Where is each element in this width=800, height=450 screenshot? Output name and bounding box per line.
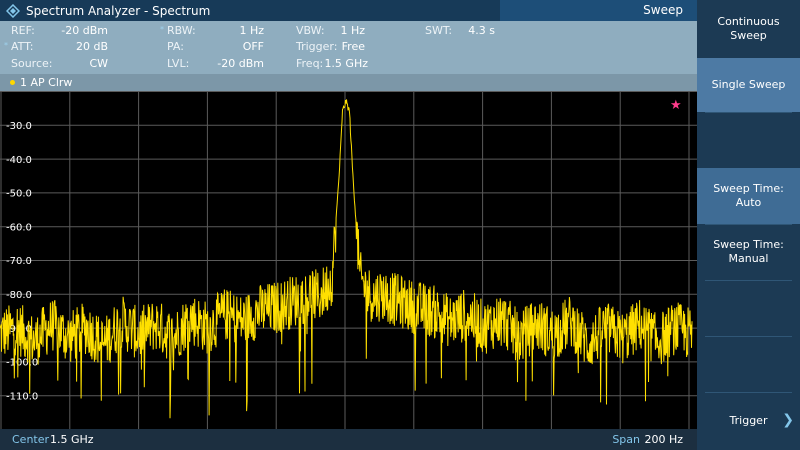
- softkey-panel: Continuous Sweep Single Sweep Sweep Time…: [697, 0, 800, 450]
- sweep-time-auto-line2: Auto: [735, 196, 762, 209]
- rbw-label: RBW:: [167, 24, 196, 37]
- center-value[interactable]: 1.5 GHz: [50, 429, 94, 450]
- title-bar: Spectrum Analyzer - Spectrum Sweep: [0, 0, 697, 21]
- single-sweep-label: Single Sweep: [711, 78, 786, 91]
- trace-label[interactable]: 1 AP Clrw: [20, 76, 72, 89]
- source-label: Source:: [11, 57, 53, 70]
- swt-value[interactable]: 4.3 s: [455, 24, 495, 37]
- menu-title: Sweep: [500, 0, 697, 21]
- empty-softkey[interactable]: [697, 336, 800, 392]
- empty-softkey[interactable]: [697, 112, 800, 168]
- y-tick-label: -30.0: [6, 121, 32, 132]
- y-tick-label: -60.0: [6, 222, 32, 233]
- vbw-label: VBW:: [296, 24, 325, 37]
- rbw-star-icon: *: [160, 25, 164, 34]
- chevron-right-icon: ❯: [782, 412, 794, 428]
- single-sweep-button[interactable]: Single Sweep: [697, 58, 800, 112]
- y-tick-label: -80.0: [6, 290, 32, 301]
- y-tick-label: -40.0: [6, 155, 32, 166]
- trigger-softkey-label: Trigger: [729, 414, 768, 427]
- freq-value[interactable]: 1.5 GHz: [320, 57, 368, 70]
- rbw-value[interactable]: 1 Hz: [200, 24, 264, 37]
- spectrum-plot[interactable]: -30.0 -40.0 -50.0 -60.0 -70.0 -80.0 -90.0 -100.…: [0, 91, 697, 429]
- bottom-bar: Center 1.5 GHz Span 200 Hz: [0, 429, 697, 450]
- att-star-icon: *: [4, 41, 8, 50]
- y-tick-label: -70.0: [6, 256, 32, 267]
- empty-softkey[interactable]: [697, 280, 800, 336]
- center-label: Center: [12, 433, 50, 446]
- span-value[interactable]: 200 Hz: [644, 429, 683, 450]
- rohde-logo-icon: [6, 3, 20, 18]
- lvl-label: LVL:: [167, 57, 190, 70]
- sweep-time-manual-line2: Manual: [728, 252, 769, 265]
- pa-value[interactable]: OFF: [200, 40, 264, 53]
- trace-indicator-icon: [10, 80, 15, 85]
- span-label: Span: [612, 433, 640, 446]
- y-tick-label: -110.0: [6, 391, 38, 402]
- lvl-value[interactable]: -20 dBm: [190, 57, 264, 70]
- sweep-time-manual-button[interactable]: Sweep Time: Manual: [697, 224, 800, 280]
- continuous-sweep-button[interactable]: Continuous Sweep: [697, 0, 800, 58]
- pa-label: PA:: [167, 40, 184, 53]
- att-value[interactable]: 20 dB: [50, 40, 108, 53]
- sweep-time-auto-line1: Sweep Time:: [713, 182, 784, 195]
- trace-strip: 1 AP Clrw: [0, 74, 697, 91]
- spectrum-chart: -30.0-40.0-50.0-60.0-70.0-80.0-90.0-100.…: [0, 91, 697, 429]
- trigger-label: Trigger:: [296, 40, 338, 53]
- settings-panel: REF: -20 dBm * ATT: 20 dB Source: CW * R…: [0, 21, 697, 74]
- continuous-sweep-line1: Continuous: [717, 15, 780, 28]
- trigger-value[interactable]: Free: [340, 40, 365, 53]
- spectrum-trace: [0, 99, 693, 419]
- y-tick-label: -100.0: [6, 358, 38, 369]
- vbw-value[interactable]: 1 Hz: [325, 24, 365, 37]
- sweep-time-auto-button[interactable]: Sweep Time: Auto: [697, 168, 800, 224]
- marker-star-icon: ★: [670, 98, 682, 113]
- ref-label: REF:: [11, 24, 35, 37]
- att-label: ATT:: [11, 40, 34, 53]
- swt-label: SWT:: [425, 24, 453, 37]
- sweep-time-manual-line1: Sweep Time:: [713, 238, 784, 251]
- continuous-sweep-line2: Sweep: [730, 29, 767, 42]
- source-value[interactable]: CW: [50, 57, 108, 70]
- ref-value[interactable]: -20 dBm: [50, 24, 108, 37]
- y-tick-label: -50.0: [6, 189, 32, 200]
- app-title: Spectrum Analyzer - Spectrum: [26, 3, 211, 18]
